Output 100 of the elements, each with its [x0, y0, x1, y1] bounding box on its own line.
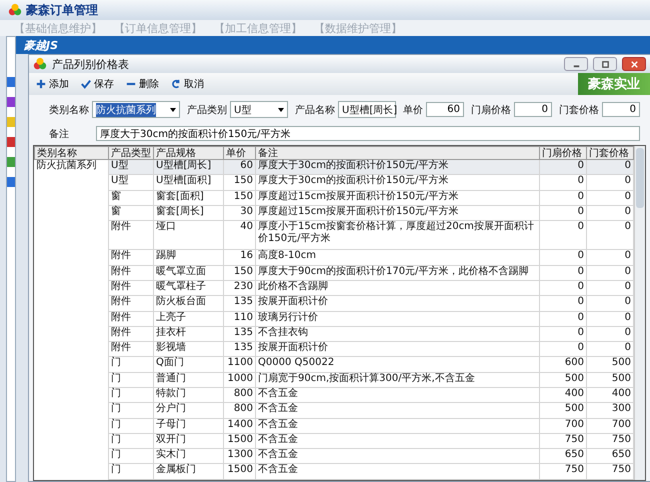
frame-price-input[interactable]: 0 [602, 102, 640, 117]
table-row[interactable]: 窗 窗套[周长] 30 厚度超过15cm按展开面积计价150元/平方米 0 0 [34, 205, 634, 221]
table-row[interactable]: 门 普通门 1000 门扇宽于90cm,按面积计算300/平方米,不含五金 500 500 [34, 372, 634, 388]
table-cell: 0 [624, 326, 631, 338]
toolbar-button[interactable]: 取消 [168, 75, 207, 93]
scrollbar[interactable] [634, 146, 645, 480]
table-cell: 650 [564, 449, 584, 460]
table-cell: 0 [578, 190, 584, 202]
table-cell: 0 [578, 296, 584, 308]
field-label: 产品类别 [187, 104, 227, 116]
table-cell: U型槽[面积] [156, 175, 212, 186]
table-cell: 不含五金 [258, 434, 298, 445]
table-cell: 135 [234, 342, 253, 354]
table-cell: 0 [578, 250, 584, 262]
table-cell: 150 [234, 175, 253, 186]
toolbar-button[interactable]: 删除 [123, 75, 162, 93]
table-row[interactable]: 门 子母门 1400 不含五金 700 700 [34, 418, 634, 434]
category-dropdown[interactable]: 防火抗菌系列 [92, 101, 180, 118]
column-header[interactable]: 门套价格 [586, 146, 634, 160]
table-cell: 附件 [111, 312, 131, 323]
table-cell: 500 [612, 357, 631, 368]
table-cell: 1100 [228, 357, 253, 368]
table-cell: 特款门 [156, 388, 186, 400]
table-cell: 16 [240, 250, 253, 262]
table-cell: 不含挂衣钩 [258, 326, 308, 338]
table-row[interactable]: 附件 垭口 40 厚度小于15cm按窗套价格计算，厚度超过20cm按展开面积计价150元/平方米 0 0 [34, 220, 634, 250]
table-cell: U型 [111, 175, 128, 186]
table-cell: 0 [624, 175, 631, 186]
table-row[interactable]: 门 实木门 1300 不含五金 650 650 [34, 448, 634, 464]
checkmark-icon [81, 79, 91, 89]
table-row[interactable]: 附件 防火板台面 135 按展开面积计价 0 0 [34, 296, 634, 312]
field-label: 产品名称 [295, 104, 335, 116]
table-cell: 0 [578, 175, 584, 186]
table-cell: 0 [624, 312, 631, 323]
table-cell: 窗 [111, 206, 121, 217]
table-cell: 防火板台面 [156, 296, 206, 308]
table-cell: 0 [624, 190, 631, 202]
table-row[interactable]: 附件 暖气罩柱子 230 此价格不含踢脚 0 0 [34, 280, 634, 296]
close-button[interactable] [622, 57, 646, 71]
column-header[interactable]: 类别名称 [34, 146, 108, 160]
table-cell: 1300 [228, 449, 253, 460]
table-cell: 门 [111, 464, 121, 476]
table-row[interactable]: 门 分户门 800 不含五金 500 300 [34, 402, 634, 418]
table-cell: 门 [111, 388, 121, 400]
note-input[interactable]: 厚度大于30cm的按面积计价150元/平方米 [96, 126, 640, 141]
table-cell: 0 [624, 281, 631, 292]
table-cell: 1400 [228, 418, 253, 430]
maximize-button[interactable] [593, 57, 617, 71]
column-header[interactable]: 产品类型 [108, 146, 154, 160]
column-header[interactable]: 备注 [256, 146, 540, 160]
table-cell: 上亮子 [156, 312, 186, 323]
table-cell: 0 [578, 342, 584, 354]
close-icon [630, 60, 638, 68]
table-row[interactable]: 附件 暖气罩立面 150 厚度大于90cm的按面积计价170元/平方米，此价格不含踢脚 0 0 [34, 265, 634, 281]
table-cell: 0 [578, 206, 584, 217]
price-input[interactable]: 60 [426, 102, 464, 117]
table-cell: 0 [578, 160, 584, 171]
toolbar-button[interactable]: 添加 [33, 75, 72, 93]
column-header[interactable]: 产品规格 [154, 146, 224, 160]
table-row[interactable]: 门 金属板门 1500 不含五金 750 750 [34, 464, 634, 480]
table-cell: 30 [240, 206, 253, 217]
name-dropdown[interactable]: U型槽[周长] [338, 101, 396, 118]
table-cell: 不含五金 [258, 388, 298, 400]
table-cell: 厚度小于15cm按窗套价格计算，厚度超过20cm按展开面积计价150元/平方米 [258, 221, 534, 244]
table-cell: 700 [564, 418, 584, 430]
table-cell: 135 [234, 296, 253, 308]
table-cell: 附件 [111, 326, 131, 338]
table-row[interactable]: 防火抗菌系列 U型 U型槽[周长] 60 厚度大于30cm的按面积计价150元/平方米 0 0 [34, 160, 634, 175]
table-cell: 60 [240, 160, 253, 171]
table-cell: 40 [240, 221, 253, 232]
table-cell: 门 [111, 372, 121, 384]
column-header[interactable]: 门扇价格 [540, 146, 586, 160]
table-cell: 不含五金 [258, 464, 298, 476]
table-cell: U型 [111, 160, 128, 171]
table-cell: 厚度大于90cm的按面积计价170元/平方米，此价格不含踢脚 [258, 266, 528, 277]
table-row[interactable]: 门 双开门 1500 不含五金 750 750 [34, 433, 634, 449]
table-row[interactable]: 附件 挂衣杆 135 不含挂衣钩 0 0 [34, 326, 634, 342]
table-cell: 230 [234, 281, 253, 292]
table-cell: 暖气罩柱子 [156, 281, 206, 292]
table-row[interactable]: 附件 上亮子 110 玻璃另行计价 0 0 [34, 311, 634, 326]
leaf-price-input[interactable]: 0 [514, 102, 552, 117]
table-cell: 不含五金 [258, 449, 298, 460]
dialog-title: 产品列别价格表 [52, 56, 129, 72]
table-cell: 不含五金 [258, 403, 298, 414]
table-row[interactable]: 附件 踢脚 16 高度8-10cm 0 0 [34, 250, 634, 266]
table-cell: 不含五金 [258, 418, 298, 430]
table-cell: 厚度大于30cm的按面积计价150元/平方米 [258, 175, 448, 186]
minimize-button[interactable] [564, 57, 588, 71]
table-cell: 按展开面积计价 [258, 296, 328, 308]
column-header[interactable]: 单价 [224, 146, 256, 160]
table-row[interactable]: 窗 窗套[面积] 150 厚度超过15cm按展开面积计价150元/平方米 0 0 [34, 190, 634, 206]
table-cell: 300 [612, 403, 631, 414]
table-row[interactable]: 门 特款门 800 不含五金 400 400 [34, 388, 634, 403]
type-dropdown[interactable]: U型 [230, 101, 288, 118]
table-row[interactable]: 附件 影视墙 135 按展开面积计价 0 0 [34, 342, 634, 357]
scrollbar-thumb[interactable] [636, 148, 644, 208]
table-row[interactable]: U型 U型槽[面积] 150 厚度大于30cm的按面积计价150元/平方米 0 0 [34, 174, 634, 190]
toolbar-button[interactable]: 保存 [78, 75, 117, 93]
table-cell: 0 [624, 160, 631, 171]
table-row[interactable]: 门 Q面门 1100 Q0000 Q50022 600 500 [34, 356, 634, 372]
